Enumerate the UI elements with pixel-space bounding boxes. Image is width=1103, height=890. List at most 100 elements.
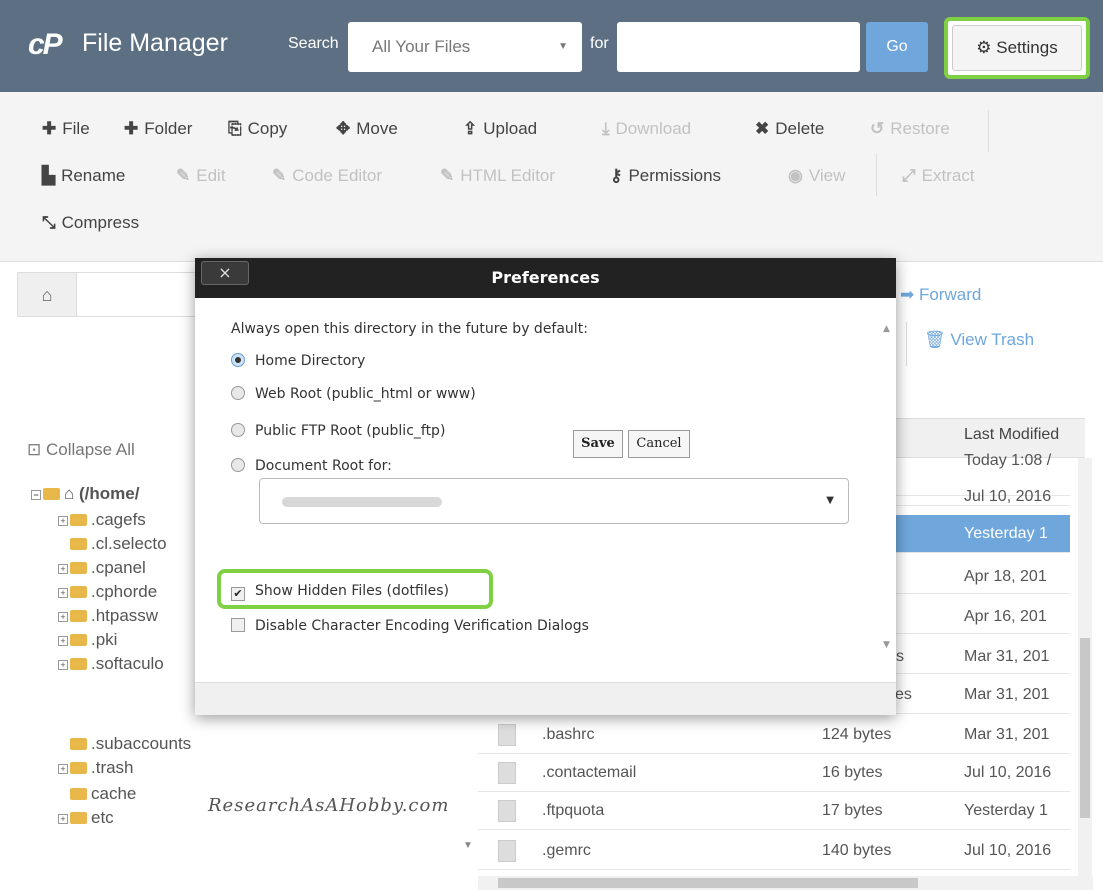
search-input[interactable] bbox=[617, 22, 860, 72]
expand-toggle-icon: + bbox=[58, 660, 68, 670]
option-document-root[interactable]: Document Root for: bbox=[231, 458, 392, 474]
search-scope-value: All Your Files bbox=[372, 37, 471, 56]
save-button[interactable]: Save bbox=[573, 430, 623, 458]
checkmark-icon[interactable]: ✔ bbox=[231, 587, 245, 601]
tree-item[interactable]: .subaccounts bbox=[70, 734, 191, 754]
file-icon bbox=[498, 800, 516, 822]
tree-item[interactable]: + .cpanel bbox=[58, 558, 146, 578]
html-editor-button[interactable]: ✎ HTML Editor bbox=[440, 166, 555, 186]
option-home-directory[interactable]: Home Directory bbox=[231, 353, 365, 369]
copy-button[interactable]: ⎘ Copy bbox=[228, 119, 287, 139]
new-file-button[interactable]: ✚ File bbox=[42, 119, 90, 139]
view-trash-button[interactable]: 🗑 View Trash bbox=[924, 330, 1034, 350]
file-date: Mar 31, 201 bbox=[964, 726, 1050, 743]
move-button[interactable]: ✥ Move bbox=[336, 119, 398, 139]
toolbar-divider bbox=[876, 154, 877, 196]
file-icon: ▙ bbox=[42, 166, 56, 185]
restore-button[interactable]: ↺ Restore bbox=[870, 119, 950, 139]
date-cell: Apr 18, 201 bbox=[964, 568, 1047, 585]
go-button[interactable]: Go bbox=[866, 22, 928, 72]
checkbox-icon[interactable] bbox=[231, 618, 245, 632]
document-root-select[interactable]: ▼ bbox=[259, 478, 849, 524]
extract-button[interactable]: ⤢ Extract bbox=[902, 166, 975, 186]
upload-icon: ⇪ bbox=[463, 119, 478, 138]
file-date: Jul 10, 2016 bbox=[964, 764, 1052, 781]
folder-icon bbox=[70, 586, 87, 598]
cancel-button[interactable]: Cancel bbox=[628, 430, 690, 458]
radio-selected-icon[interactable] bbox=[231, 353, 245, 367]
horizontal-scrollbar[interactable] bbox=[478, 876, 1093, 890]
file-name: .contactemail bbox=[542, 764, 637, 781]
tree-item[interactable]: .cl.selecto bbox=[70, 534, 167, 554]
size-cell: es bbox=[895, 686, 912, 703]
radio-icon[interactable] bbox=[231, 386, 245, 400]
tree-item[interactable]: + .cphorde bbox=[58, 582, 157, 602]
folder-icon bbox=[70, 762, 87, 774]
file-icon bbox=[498, 840, 516, 862]
radio-icon[interactable] bbox=[231, 423, 245, 437]
expand-toggle-icon: + bbox=[58, 588, 68, 598]
file-name: .ftpquota bbox=[542, 802, 605, 819]
expand-toggle-icon: + bbox=[58, 516, 68, 526]
option-public-ftp-root[interactable]: Public FTP Root (public_ftp) bbox=[231, 423, 445, 439]
dialog-title: Preferences bbox=[491, 268, 600, 287]
code-editor-button[interactable]: ✎ Code Editor bbox=[272, 166, 382, 186]
settings-button[interactable]: ⚙ Settings bbox=[944, 17, 1090, 79]
column-last-modified[interactable]: Last Modified bbox=[964, 426, 1059, 444]
compress-button[interactable]: ⤡ Compress bbox=[42, 213, 139, 233]
header-bar: cP File Manager Search All Your Files ▼ … bbox=[0, 0, 1103, 92]
forward-button[interactable]: ➡ Forward bbox=[900, 285, 981, 305]
tree-item[interactable]: + .cagefs bbox=[58, 510, 146, 530]
new-folder-button[interactable]: ✚ Folder bbox=[124, 119, 192, 139]
show-hidden-files-checkbox[interactable]: ✔ Show Hidden Files (dotfiles) bbox=[231, 583, 449, 601]
key-icon: ⚷ bbox=[610, 166, 623, 185]
scroll-thumb[interactable] bbox=[1080, 638, 1090, 818]
folder-icon bbox=[70, 610, 87, 622]
view-button[interactable]: ◉ View bbox=[788, 166, 845, 186]
scroll-thumb[interactable] bbox=[498, 878, 918, 888]
date-cell: Mar 31, 201 bbox=[964, 686, 1050, 703]
file-date: Yesterday 1 bbox=[964, 802, 1048, 819]
chevron-down-icon[interactable]: ▼ bbox=[463, 840, 473, 851]
chevron-down-icon: ▼ bbox=[826, 495, 834, 506]
collapse-all-button[interactable]: ⊡ Collapse All bbox=[27, 440, 135, 460]
size-cell: s bbox=[896, 648, 904, 665]
folder-icon bbox=[70, 658, 87, 670]
permissions-button[interactable]: ⚷ Permissions bbox=[610, 166, 721, 186]
file-name: .bashrc bbox=[542, 726, 595, 743]
upload-button[interactable]: ⇪ Upload bbox=[463, 119, 537, 139]
tree-item[interactable]: cache bbox=[70, 784, 136, 804]
for-label: for bbox=[590, 35, 609, 52]
chevron-down-icon[interactable]: ▼ bbox=[883, 640, 890, 650]
plus-icon: ✚ bbox=[42, 119, 57, 138]
home-icon[interactable]: ⌂ bbox=[17, 272, 77, 317]
nav-divider bbox=[906, 322, 907, 366]
radio-icon[interactable] bbox=[231, 458, 245, 472]
option-web-root[interactable]: Web Root (public_html or www) bbox=[231, 386, 476, 402]
tree-item[interactable]: + .htpassw bbox=[58, 606, 158, 626]
tree-item[interactable]: + etc bbox=[58, 808, 114, 828]
tree-item[interactable]: + .trash bbox=[58, 758, 134, 778]
move-icon: ✥ bbox=[336, 119, 351, 138]
date-cell: Jul 10, 2016 bbox=[964, 488, 1052, 505]
expand-toggle-icon: + bbox=[58, 636, 68, 646]
chevron-down-icon: ▼ bbox=[558, 41, 568, 52]
file-icon bbox=[498, 724, 516, 746]
folder-icon bbox=[70, 562, 87, 574]
edit-button[interactable]: ✎ Edit bbox=[176, 166, 226, 186]
folder-icon bbox=[70, 812, 87, 824]
search-scope-select[interactable]: All Your Files ▼ bbox=[348, 22, 582, 72]
preferences-dialog: × Preferences Always open this directory… bbox=[195, 258, 896, 715]
rename-button[interactable]: ▙ Rename bbox=[42, 166, 125, 186]
file-name: .gemrc bbox=[542, 842, 591, 859]
tree-root[interactable]: − ⌂ (/home/ bbox=[31, 484, 139, 504]
tree-item[interactable]: + .pki bbox=[58, 630, 117, 650]
download-button[interactable]: ⤓ Download bbox=[602, 119, 691, 139]
vertical-scrollbar[interactable] bbox=[1078, 458, 1092, 878]
file-date: Jul 10, 2016 bbox=[964, 842, 1052, 859]
disable-encoding-checkbox[interactable]: Disable Character Encoding Verification … bbox=[231, 618, 589, 634]
default-directory-prompt: Always open this directory in the future… bbox=[231, 321, 588, 337]
delete-button[interactable]: ✖ Delete bbox=[755, 119, 824, 139]
chevron-up-icon[interactable]: ▲ bbox=[883, 324, 890, 334]
tree-item[interactable]: + .softaculo bbox=[58, 654, 164, 674]
